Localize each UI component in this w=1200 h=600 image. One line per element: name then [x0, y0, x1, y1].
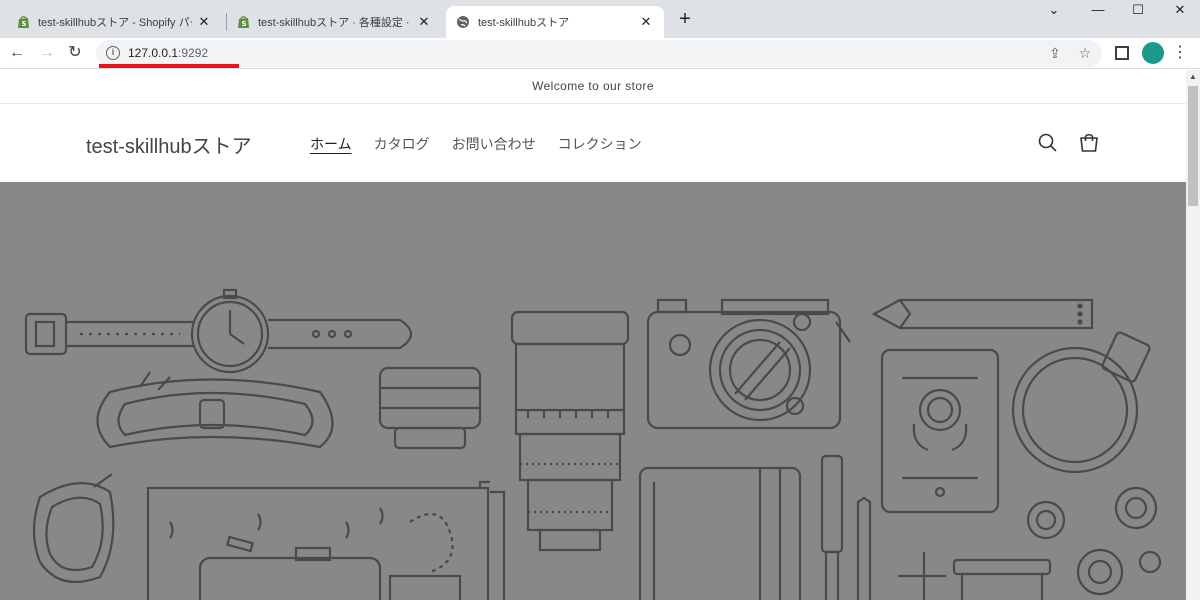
nav-catalog[interactable]: カタログ [374, 134, 430, 154]
reload-icon[interactable]: ↻ [64, 42, 86, 64]
address-bar[interactable]: i 127.0.0.1:9292 ⇪ ☆ [96, 40, 1102, 67]
search-icon[interactable] [1037, 132, 1059, 154]
side-panel-icon[interactable] [1115, 46, 1129, 60]
store-page: Welcome to our store test-skillhubストア ホー… [0, 70, 1186, 600]
close-icon[interactable]: ✕ [638, 14, 654, 30]
info-icon[interactable]: i [106, 46, 120, 60]
tab-strip: S test-skillhubストア - Shopify パート ✕ S tes… [0, 0, 1200, 38]
nav-contact[interactable]: お問い合わせ [452, 134, 536, 154]
close-icon[interactable]: ✕ [196, 14, 212, 30]
hero-banner [0, 182, 1186, 600]
forward-arrow-icon[interactable]: → [36, 42, 58, 64]
profile-avatar[interactable] [1142, 42, 1164, 64]
tab-title: test-skillhubストア [478, 17, 570, 29]
url-highlight-underline [99, 64, 239, 68]
url-text: 127.0.0.1:9292 [128, 46, 208, 60]
announcement-bar: Welcome to our store [0, 70, 1186, 104]
shopify-icon: S [16, 15, 30, 29]
scrollbar-thumb[interactable] [1188, 86, 1198, 206]
more-menu-icon[interactable]: ⋮ [1172, 42, 1188, 64]
new-tab-button[interactable]: + [674, 8, 696, 30]
shopify-icon: S [236, 15, 250, 29]
chevron-down-icon[interactable]: ⌄ [1034, 0, 1074, 20]
tab-title: test-skillhubストア - Shopify パート [38, 17, 192, 29]
back-arrow-icon[interactable]: ← [6, 42, 28, 64]
share-icon[interactable]: ⇪ [1046, 44, 1064, 62]
url-host: 127.0.0.1 [128, 46, 179, 60]
store-header: test-skillhubストア ホーム カタログ お問い合わせ コレクション [0, 104, 1186, 182]
close-icon[interactable]: ✕ [416, 14, 432, 30]
tab-shopify-partners[interactable]: S test-skillhubストア - Shopify パート ✕ [6, 6, 222, 38]
window-close-icon[interactable]: ✕ [1160, 0, 1200, 20]
nav-collections[interactable]: コレクション [558, 134, 642, 154]
cart-icon[interactable] [1078, 132, 1100, 154]
nav-home[interactable]: ホーム [310, 134, 352, 154]
globe-icon [456, 15, 470, 29]
svg-text:S: S [21, 20, 26, 28]
tab-shopify-settings[interactable]: S test-skillhubストア · 各種設定 · Sho ✕ [226, 6, 442, 38]
scroll-up-icon[interactable]: ▲ [1186, 70, 1200, 84]
store-logo[interactable]: test-skillhubストア [86, 130, 252, 159]
tab-title: test-skillhubストア · 各種設定 · Sho [258, 17, 412, 29]
tab-store-active[interactable]: test-skillhubストア ✕ [446, 6, 664, 38]
bookmark-star-icon[interactable]: ☆ [1076, 44, 1094, 62]
svg-text:S: S [241, 20, 246, 28]
hero-illustration [24, 288, 1162, 600]
maximize-icon[interactable]: ☐ [1118, 0, 1158, 20]
minimize-icon[interactable]: — [1078, 0, 1118, 20]
page-scrollbar[interactable]: ▲ [1186, 70, 1200, 600]
main-nav: ホーム カタログ お問い合わせ コレクション [310, 134, 642, 154]
url-port: :9292 [178, 46, 209, 60]
